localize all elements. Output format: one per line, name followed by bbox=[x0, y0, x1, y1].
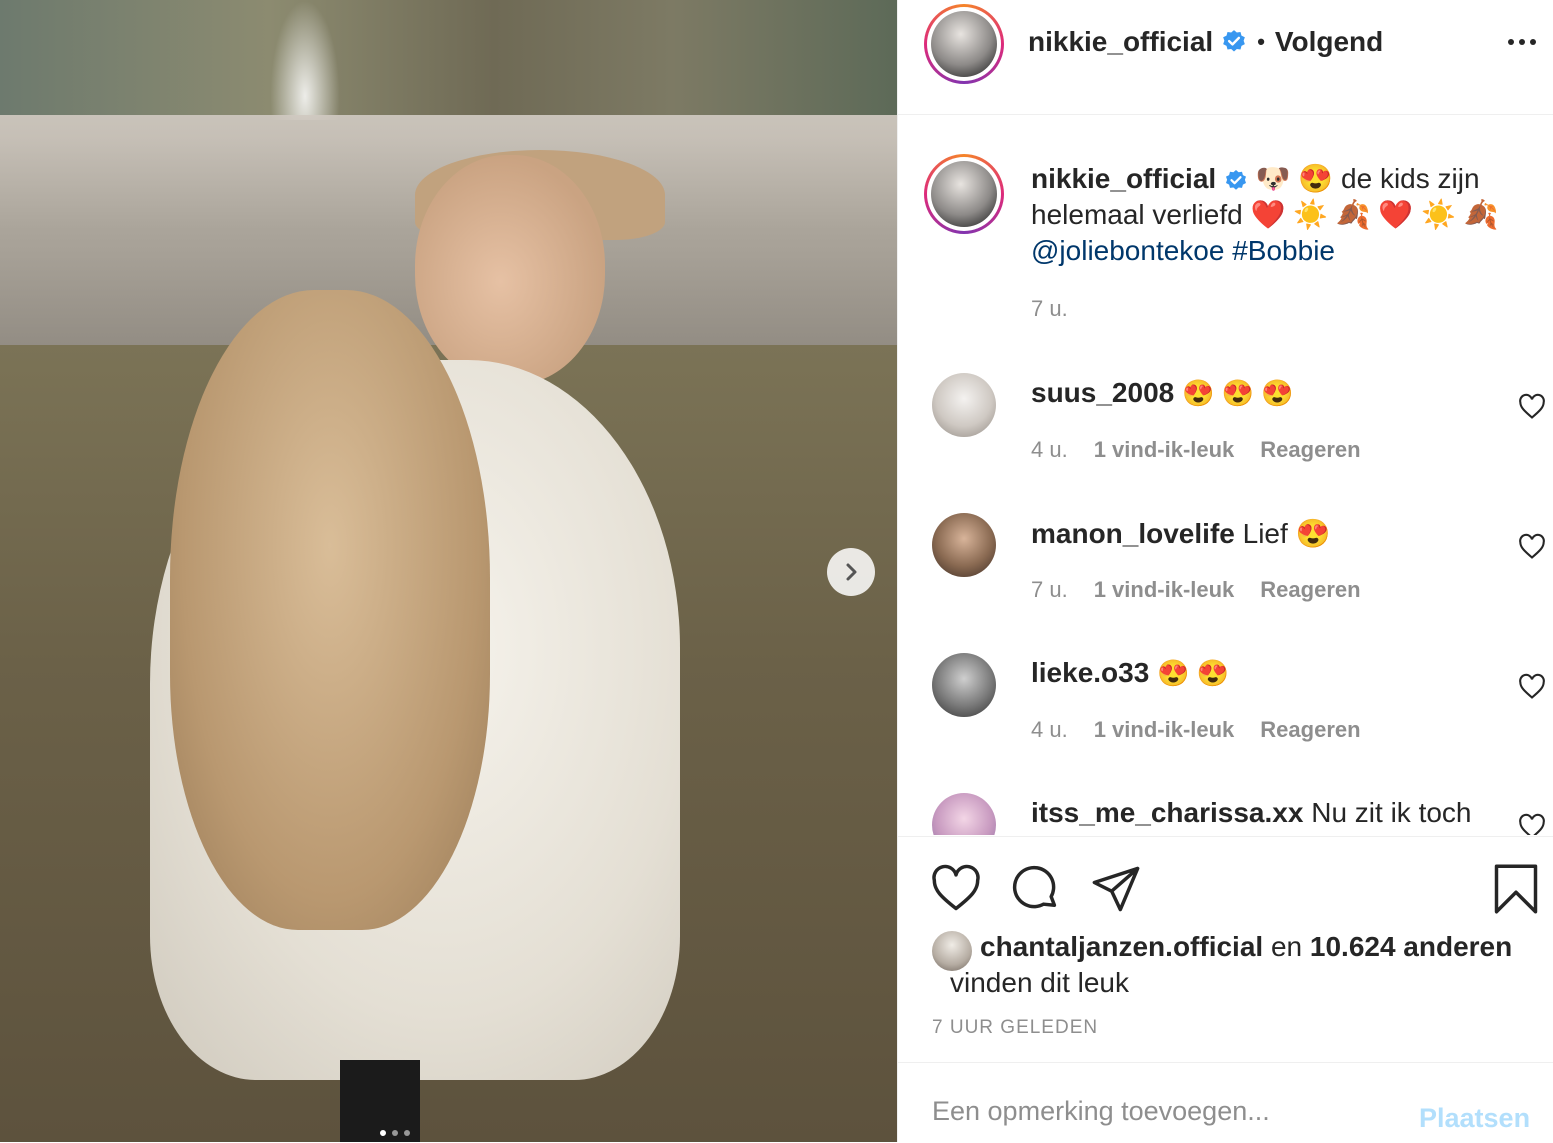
comment-username[interactable]: lieke.o33 bbox=[1031, 657, 1149, 688]
carousel-next-button[interactable] bbox=[827, 548, 875, 596]
comment-body: itss_me_charissa.xx Nu zit ik toch bbox=[1031, 797, 1472, 829]
commenter-avatar[interactable] bbox=[932, 373, 996, 437]
post-caption: nikkie_official 🐶 😍 de kids zijn helemaa… bbox=[1031, 161, 1501, 327]
carousel-dot bbox=[404, 1130, 410, 1136]
commenter-avatar[interactable] bbox=[932, 793, 996, 835]
bullet-separator: • bbox=[1257, 29, 1265, 54]
comment-body: lieke.o33 😍 😍 bbox=[1031, 657, 1229, 689]
comment-like-heart-icon[interactable] bbox=[1518, 813, 1546, 835]
bookmark-icon[interactable] bbox=[1490, 863, 1542, 915]
comment-like-heart-icon[interactable] bbox=[1518, 533, 1546, 561]
more-dot-icon bbox=[1530, 39, 1536, 45]
more-dot-icon bbox=[1508, 39, 1514, 45]
comment-time[interactable]: 7 u. bbox=[1031, 577, 1068, 603]
comment-like-heart-icon[interactable] bbox=[1518, 673, 1546, 701]
commenter-avatar[interactable] bbox=[932, 513, 996, 577]
comment-text: Nu zit ik toch bbox=[1311, 797, 1472, 828]
comment-meta: 7 u. 1 vind-ik-leuk Reageren bbox=[1031, 577, 1361, 603]
caption-username[interactable]: nikkie_official bbox=[1031, 163, 1216, 194]
comment-time[interactable]: 4 u. bbox=[1031, 717, 1068, 743]
comment-body: suus_2008 😍 😍 😍 bbox=[1031, 377, 1294, 409]
author-avatar-image bbox=[931, 11, 997, 77]
photo-trees bbox=[0, 0, 897, 115]
caption-mention-link[interactable]: @joliebontekoe bbox=[1031, 235, 1224, 266]
comment-username[interactable]: itss_me_charissa.xx bbox=[1031, 797, 1303, 828]
following-button[interactable]: Volgend bbox=[1275, 26, 1383, 58]
likes-suffix: vinden dit leuk bbox=[950, 967, 1130, 998]
post-actions: chantaljanzen.official en 10.624 anderen… bbox=[898, 836, 1553, 1067]
comment-text: Lief 😍 bbox=[1242, 518, 1331, 549]
more-options-button[interactable] bbox=[1502, 26, 1542, 58]
commenter-avatar[interactable] bbox=[932, 653, 996, 717]
share-paper-plane-icon[interactable] bbox=[1090, 863, 1142, 915]
photo-dog bbox=[170, 290, 490, 930]
comment-likes[interactable]: 1 vind-ik-leuk bbox=[1094, 717, 1235, 743]
likes-others-link[interactable]: 10.624 anderen bbox=[1310, 931, 1512, 962]
post-header: nikkie_official • Volgend bbox=[898, 0, 1553, 115]
more-dot-icon bbox=[1519, 39, 1525, 45]
post-comment-button[interactable]: Plaatsen bbox=[1419, 1103, 1530, 1134]
caption-hashtag-link[interactable]: #Bobbie bbox=[1232, 235, 1335, 266]
caption-avatar-image bbox=[931, 161, 997, 227]
comment-reply-button[interactable]: Reageren bbox=[1260, 577, 1360, 603]
comment-like-heart-icon[interactable] bbox=[1518, 393, 1546, 421]
header-user: nikkie_official • Volgend bbox=[1028, 26, 1383, 58]
post-photo[interactable] bbox=[0, 0, 897, 1142]
carousel-dots bbox=[380, 1130, 410, 1136]
liker-username[interactable]: chantaljanzen.official bbox=[980, 931, 1263, 962]
header-username[interactable]: nikkie_official bbox=[1028, 26, 1213, 58]
photo-girl-face bbox=[415, 155, 605, 385]
comment-text: 😍 😍 bbox=[1157, 658, 1230, 688]
comment-time[interactable]: 4 u. bbox=[1031, 437, 1068, 463]
photo-fountain bbox=[270, 0, 340, 120]
comment-text: 😍 😍 😍 bbox=[1182, 378, 1294, 408]
carousel-dot bbox=[392, 1130, 398, 1136]
comment-body: manon_lovelife Lief 😍 bbox=[1031, 517, 1330, 550]
verified-badge-icon bbox=[1223, 30, 1246, 52]
verified-badge-icon bbox=[1225, 169, 1246, 190]
caption-time[interactable]: 7 u. bbox=[1031, 291, 1501, 327]
comment-likes[interactable]: 1 vind-ik-leuk bbox=[1094, 577, 1235, 603]
comment-reply-button[interactable]: Reageren bbox=[1260, 437, 1360, 463]
comment-input[interactable] bbox=[930, 1095, 1404, 1128]
comments-list[interactable]: nikkie_official 🐶 😍 de kids zijn helemaa… bbox=[898, 115, 1553, 835]
comment-meta: 4 u. 1 vind-ik-leuk Reageren bbox=[1031, 717, 1361, 743]
add-comment-bar: Plaatsen bbox=[898, 1062, 1553, 1143]
comment-reply-button[interactable]: Reageren bbox=[1260, 717, 1360, 743]
likes-connector: en bbox=[1270, 931, 1303, 962]
post-side-panel: nikkie_official • Volgend nikkie_officia… bbox=[897, 0, 1553, 1142]
caption-avatar[interactable] bbox=[924, 154, 1004, 234]
likes-summary: chantaljanzen.official en 10.624 anderen… bbox=[932, 929, 1542, 1001]
chevron-right-icon bbox=[846, 563, 857, 581]
comment-username[interactable]: manon_lovelife bbox=[1031, 518, 1235, 549]
like-heart-icon[interactable] bbox=[930, 863, 982, 915]
author-avatar[interactable] bbox=[924, 4, 1004, 84]
post-timestamp[interactable]: 7 UUR GELEDEN bbox=[932, 1017, 1098, 1039]
comment-likes[interactable]: 1 vind-ik-leuk bbox=[1094, 437, 1235, 463]
comment-bubble-icon[interactable] bbox=[1010, 863, 1062, 915]
carousel-dot bbox=[380, 1130, 386, 1136]
comment-username[interactable]: suus_2008 bbox=[1031, 377, 1174, 408]
comment-meta: 4 u. 1 vind-ik-leuk Reageren bbox=[1031, 437, 1361, 463]
